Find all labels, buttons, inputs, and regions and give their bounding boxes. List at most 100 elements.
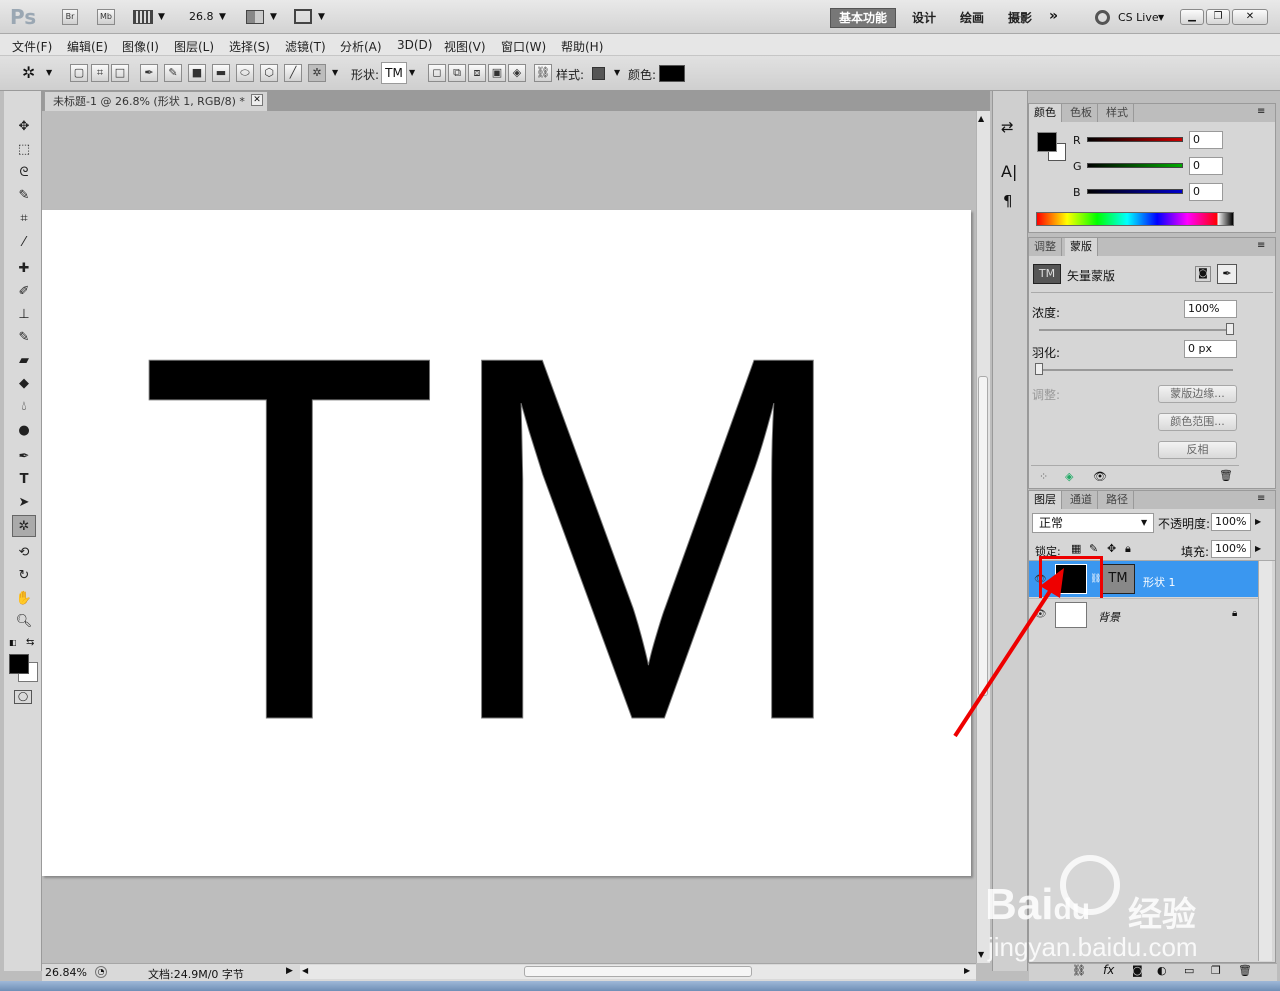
hand-tool-icon[interactable]: ✋ [12,588,36,610]
blur-tool-icon[interactable]: 💧︎ [12,396,36,418]
pen-tool-icon[interactable]: ✒ [140,64,158,82]
zoom-tool-icon[interactable]: 🔍︎ [12,611,36,633]
healing-brush-icon[interactable]: ✚ [12,258,36,280]
color-swatch[interactable] [659,65,685,82]
menu-image[interactable]: 图像(I) [122,38,159,55]
character-panel-icon[interactable]: A| [1001,162,1017,181]
scroll-down-arrow[interactable]: ▼ [978,950,984,959]
channel-g-input[interactable]: 0 [1189,157,1223,175]
workspace-photography[interactable]: 摄影 [1000,8,1040,28]
clone-stamp-icon[interactable]: ⊥ [12,304,36,326]
panel-menu-icon[interactable]: ≡ [1257,240,1265,251]
color-spectrum[interactable] [1036,212,1234,226]
freeform-pen-icon[interactable]: ✎ [164,64,182,82]
mini-bridge-button[interactable]: Mb [97,9,115,25]
menu-view[interactable]: 视图(V) [444,38,486,55]
close-document-icon[interactable]: ✕ [251,94,263,106]
scroll-up-arrow[interactable]: ▲ [978,114,984,123]
more-workspaces-icon[interactable]: » [1049,8,1058,24]
add-mask-icon[interactable]: ◙ [1132,964,1143,977]
rectangle-icon[interactable]: ■ [188,64,206,82]
channel-b-slider[interactable] [1087,189,1183,194]
lasso-tool-icon[interactable]: ᘓ [12,162,36,184]
custom-shape-tool-icon[interactable]: ✲ [12,515,36,537]
tab-paths[interactable]: 路径 [1101,491,1134,509]
tool-preset-icon[interactable]: ✲ [22,63,35,82]
load-selection-icon[interactable]: ⁘ [1039,470,1048,483]
combine-subtract-icon[interactable]: ⧈ [468,64,486,82]
eraser-tool-icon[interactable]: ▰ [12,350,36,372]
pen-tool-icon[interactable]: ✒ [12,446,36,468]
zoom-level[interactable]: 26.8 [189,10,214,23]
chevron-down-icon[interactable]: ▼ [614,68,620,77]
chevron-down-icon[interactable]: ▼ [1158,13,1164,22]
layers-scrollbar[interactable] [1258,561,1272,961]
fill-pixels-icon[interactable]: □ [111,64,129,82]
rounded-rectangle-icon[interactable]: ▬ [212,64,230,82]
fill-input[interactable]: 100% [1211,540,1251,558]
mask-edge-button[interactable]: 蒙版边缘... [1158,385,1237,403]
line-icon[interactable]: ╱ [284,64,302,82]
cs-live-icon[interactable] [1095,10,1110,25]
panel-menu-icon[interactable]: ≡ [1257,493,1265,504]
layer-name[interactable]: 形状 1 [1143,574,1176,590]
custom-shape-icon[interactable]: ✲ [308,64,326,82]
feather-slider-handle[interactable] [1035,363,1043,375]
chevron-down-icon[interactable]: ▼ [46,68,52,77]
default-colors-icon[interactable]: ◧ [9,638,17,647]
workspace-painting[interactable]: 绘画 [952,8,992,28]
combine-new-icon[interactable]: ◻ [428,64,446,82]
tab-styles[interactable]: 样式 [1101,104,1134,122]
foreground-color-swatch[interactable] [9,654,29,674]
close-button[interactable]: ✕ [1232,9,1268,25]
history-panel-icon[interactable]: ⇄ [1001,118,1014,136]
blend-mode-select[interactable]: 正常 [1032,513,1154,533]
workspace-essentials[interactable]: 基本功能 [830,8,896,28]
shape-picker[interactable]: TM [381,62,407,84]
chevron-down-icon[interactable]: ▼ [270,12,277,22]
color-range-button[interactable]: 颜色范围... [1158,413,1237,431]
path-selection-icon[interactable]: ➤ [12,492,36,514]
adjustment-layer-icon[interactable]: ◐ [1157,964,1167,977]
tab-layers[interactable]: 图层 [1029,491,1062,509]
dodge-tool-icon[interactable]: ● [12,420,36,442]
menu-help[interactable]: 帮助(H) [561,38,603,55]
document-tab[interactable]: 未标题-1 @ 26.8% (形状 1, RGB/8) * [44,91,268,111]
screen-mode-icon[interactable] [294,9,312,24]
scroll-left-arrow[interactable]: ◀ [302,966,308,975]
tab-adjustments[interactable]: 调整 [1029,238,1062,256]
paragraph-panel-icon[interactable]: ¶ [1003,192,1013,210]
menu-edit[interactable]: 编辑(E) [67,38,108,55]
delete-mask-icon[interactable]: 🗑︎ [1219,469,1233,482]
minimize-button[interactable]: ▁ [1180,9,1204,25]
chevron-down-icon[interactable]: ▼ [332,68,338,77]
invert-button[interactable]: 反相 [1158,441,1237,459]
link-layers-icon[interactable]: ⛓ [1072,964,1086,977]
history-brush-icon[interactable]: ✎ [12,327,36,349]
menu-select[interactable]: 选择(S) [229,38,270,55]
zoom-status[interactable]: 26.84% [45,966,87,979]
tab-masks[interactable]: 蒙版 [1065,238,1098,256]
status-menu-arrow[interactable]: ▶ [286,966,293,976]
view-extras-icon[interactable] [133,10,153,24]
fill-slider-arrow[interactable]: ▶ [1255,544,1261,553]
paint-bucket-icon[interactable]: ◆ [12,373,36,395]
style-swatch[interactable] [592,67,605,80]
new-group-icon[interactable]: ▭ [1184,964,1194,977]
restore-button[interactable]: ❐ [1206,9,1230,25]
menu-3d[interactable]: 3D(D) [397,38,432,52]
scroll-right-arrow[interactable]: ▶ [964,966,970,975]
density-slider-handle[interactable] [1226,323,1234,335]
type-tool-icon[interactable]: T [12,469,36,491]
paths-icon[interactable]: ⌗ [91,64,109,82]
feather-input[interactable]: 0 px [1184,340,1237,358]
shape-layers-icon[interactable]: ▢ [70,64,88,82]
marquee-tool-icon[interactable]: ⬚ [12,139,36,161]
combine-intersect-icon[interactable]: ▣ [488,64,506,82]
horizontal-scroll-thumb[interactable] [524,966,752,977]
visibility-icon[interactable]: 👁︎ [1093,470,1107,483]
status-preview-icon[interactable]: ◔ [95,966,107,978]
arrange-documents-icon[interactable] [246,10,264,24]
layer-style-icon[interactable]: fx [1103,963,1114,977]
swap-colors-icon[interactable]: ⇆ [26,637,34,648]
